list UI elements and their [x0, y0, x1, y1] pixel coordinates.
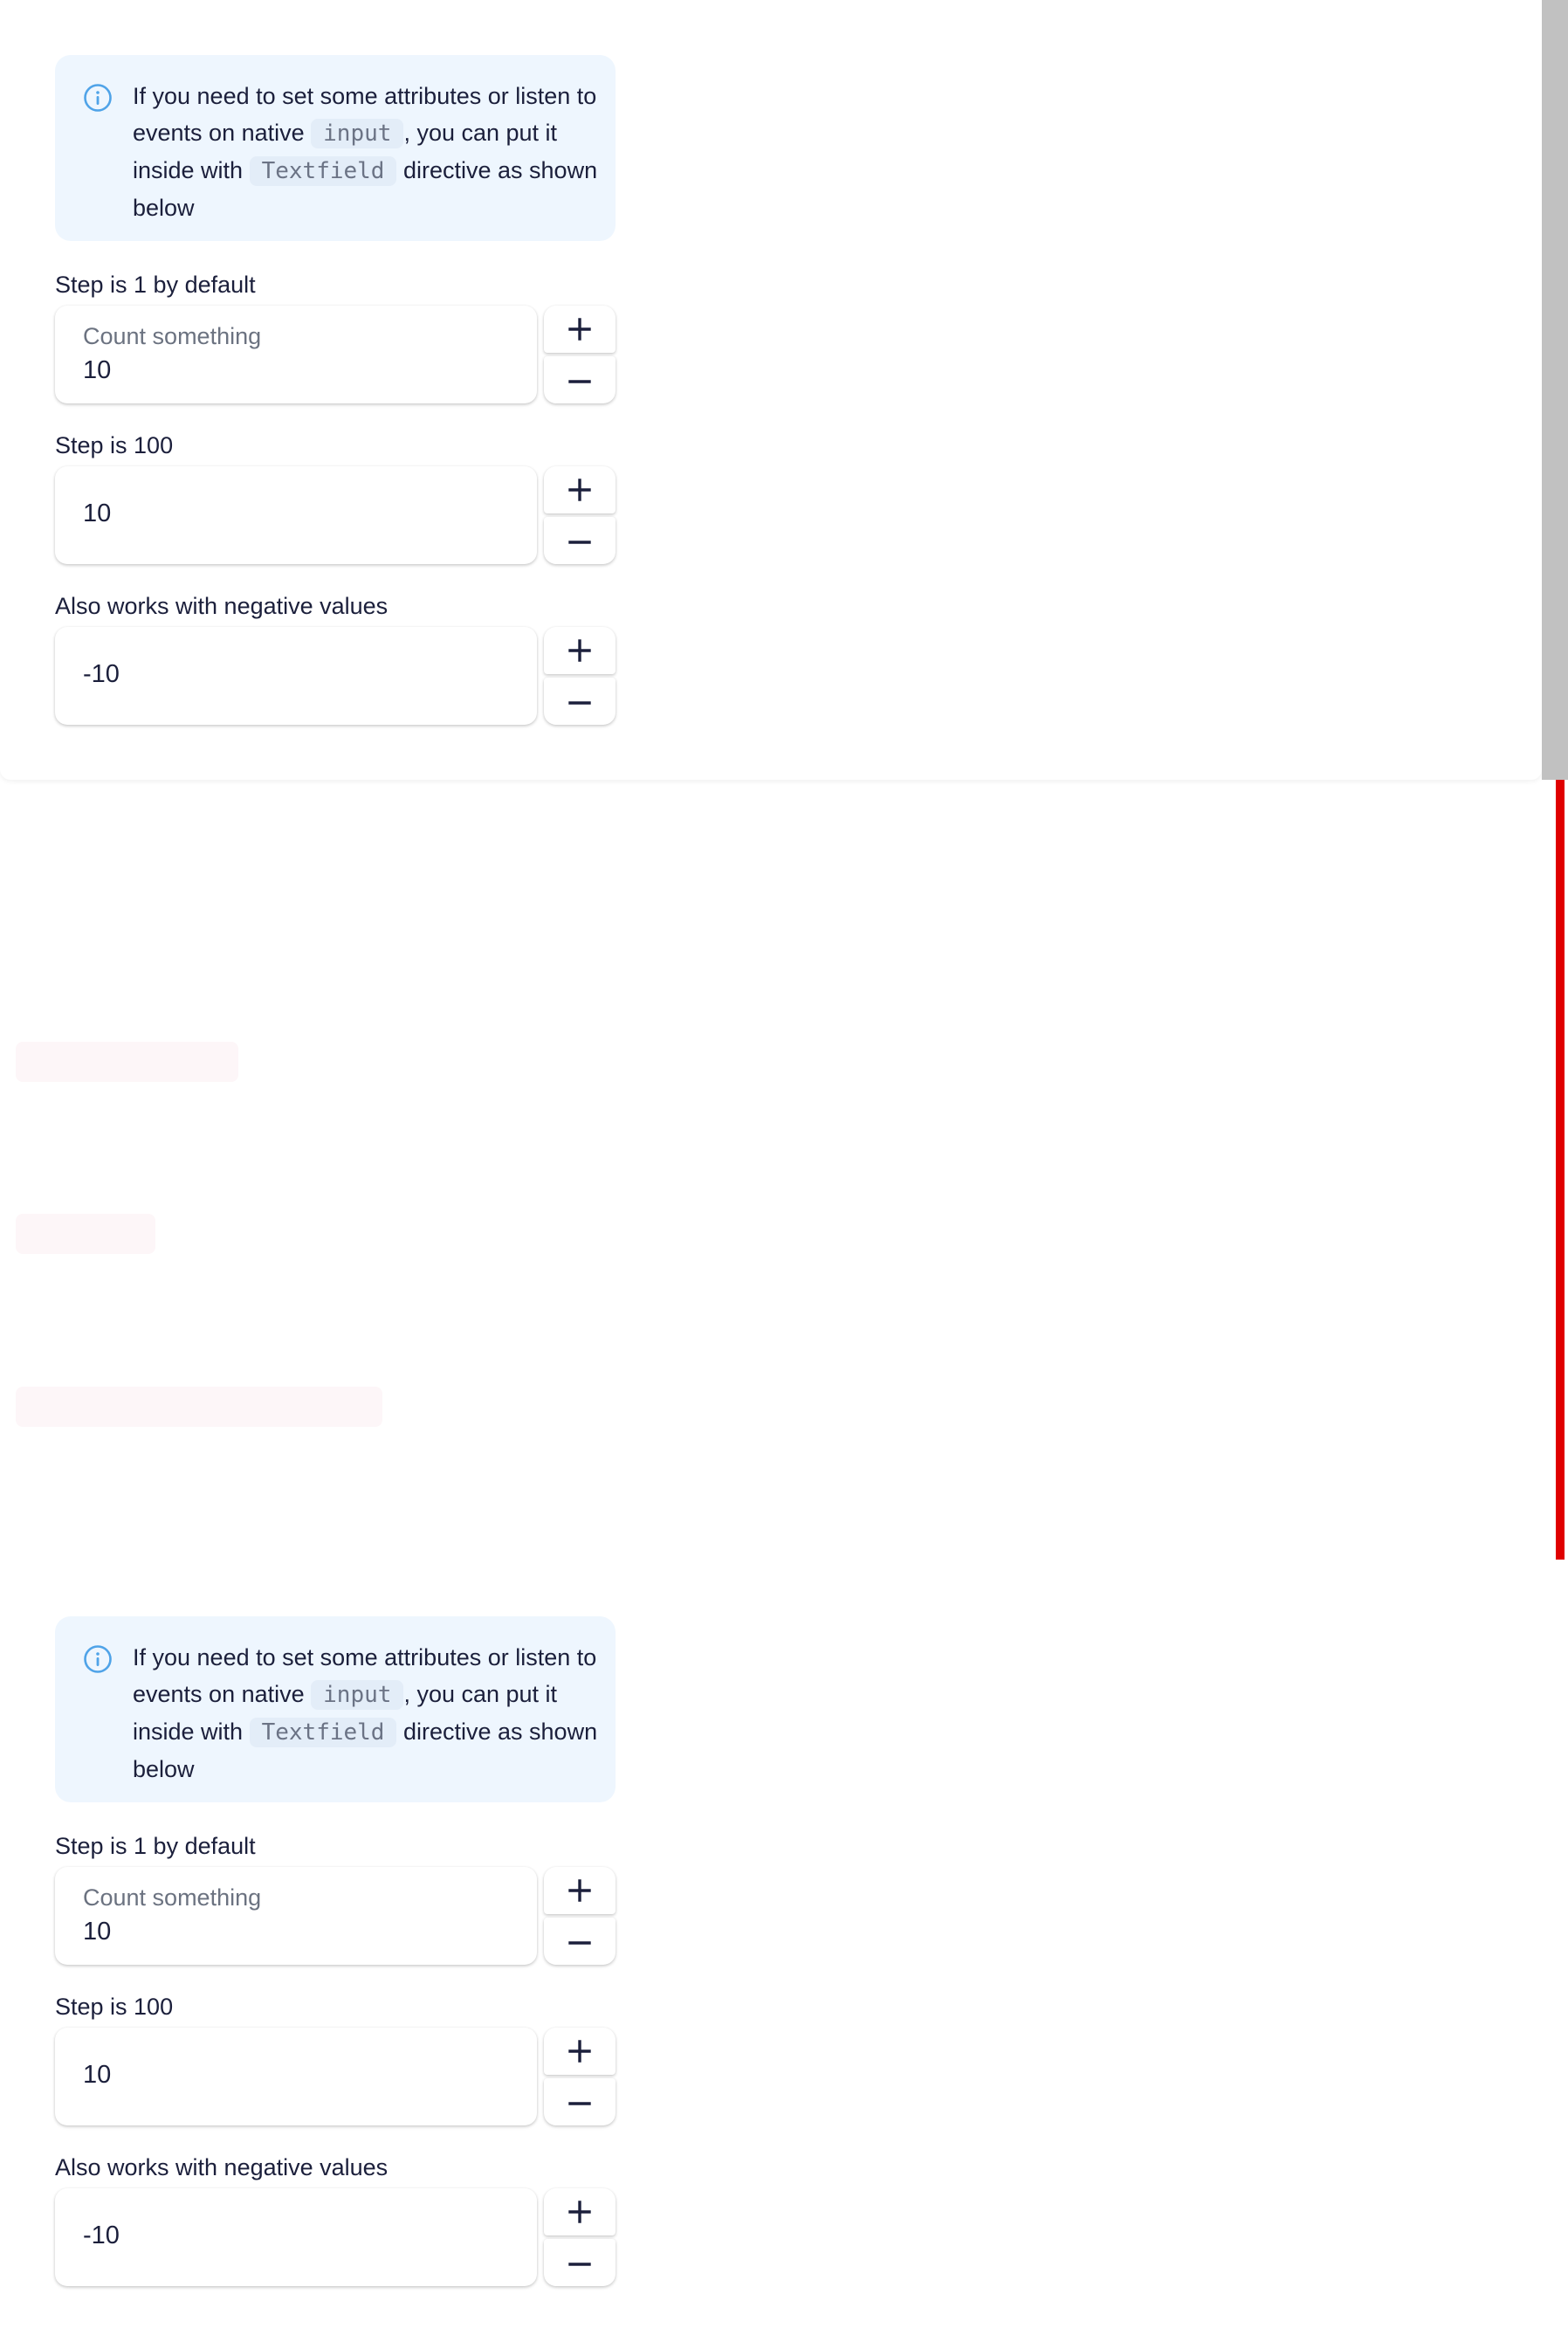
plus-icon [568, 1879, 591, 1902]
minus-icon [568, 541, 591, 544]
stepper-input-label: Count something [83, 1884, 262, 1911]
code-snippet-textfield: Textfield [249, 1718, 397, 1747]
info-notice: If you need to set some attributes or li… [55, 1616, 616, 1802]
example-panel-bottom: If you need to set some attributes or li… [0, 1561, 1542, 2342]
stepper-caption-step-100: Step is 100 [55, 1994, 174, 2020]
increment-button[interactable] [544, 2188, 616, 2235]
decrement-button[interactable] [544, 2078, 616, 2125]
minus-icon [568, 2263, 591, 2266]
plus-icon [568, 2040, 591, 2063]
decrement-button[interactable] [544, 517, 616, 564]
number-stepper-negative: -10 [55, 2188, 616, 2286]
minus-icon [568, 1941, 591, 1945]
stepper-caption-negative: Also works with negative values [55, 593, 389, 619]
stepper-input-step-1[interactable]: Count something 10 [55, 306, 537, 403]
decrement-button[interactable] [544, 2239, 616, 2286]
code-snippet-input: input [311, 119, 404, 148]
stepper-input-value[interactable]: -10 [83, 2221, 120, 2250]
faded-caption-placeholder [16, 1387, 382, 1427]
info-notice: If you need to set some attributes or li… [55, 55, 616, 241]
stepper-input-negative[interactable]: -10 [55, 2188, 537, 2286]
stepper-caption-step-1: Step is 1 by default [55, 272, 256, 298]
stepper-input-label: Count something [83, 323, 262, 349]
info-circle-icon [84, 1645, 112, 1673]
stepper-caption-negative: Also works with negative values [55, 2154, 389, 2180]
number-stepper-negative: -10 [55, 627, 616, 725]
decrement-button[interactable] [544, 1918, 616, 1965]
number-stepper-step-1: Count something 10 [55, 1867, 616, 1965]
info-circle-icon [84, 84, 112, 112]
notice-text: If you need to set some attributes or li… [133, 1639, 604, 1787]
stepper-input-value[interactable]: 10 [83, 499, 111, 528]
number-stepper-step-1: Count something 10 [55, 306, 616, 403]
decrement-button[interactable] [544, 356, 616, 403]
stepper-input-step-100[interactable]: 10 [55, 2028, 537, 2125]
plus-icon [568, 318, 591, 341]
minus-icon [568, 380, 591, 383]
number-stepper-step-100: 10 [55, 466, 616, 564]
minus-icon [568, 2102, 591, 2105]
code-snippet-input: input [311, 1680, 404, 1710]
stepper-input-value[interactable]: 10 [83, 356, 111, 385]
stepper-input-value[interactable]: -10 [83, 660, 120, 689]
minus-icon [568, 701, 591, 705]
red-indicator-bar [1556, 780, 1565, 1560]
stepper-input-value[interactable]: 10 [83, 2061, 111, 2090]
plus-icon [568, 639, 591, 662]
plus-icon [568, 2201, 591, 2223]
stepper-input-negative[interactable]: -10 [55, 627, 537, 725]
faded-caption-placeholder [16, 1042, 238, 1082]
decrement-button[interactable] [544, 678, 616, 725]
increment-button[interactable] [544, 466, 616, 513]
stepper-input-step-100[interactable]: 10 [55, 466, 537, 564]
faded-caption-placeholder [16, 1214, 155, 1254]
stepper-input-step-1[interactable]: Count something 10 [55, 1867, 537, 1965]
code-snippet-textfield: Textfield [249, 156, 397, 186]
increment-button[interactable] [544, 306, 616, 353]
vertical-scrollbar[interactable] [1542, 0, 1568, 780]
notice-text: If you need to set some attributes or li… [133, 78, 604, 226]
stepper-caption-step-1: Step is 1 by default [55, 1833, 256, 1859]
plus-icon [568, 479, 591, 501]
increment-button[interactable] [544, 2028, 616, 2075]
example-panel-top: If you need to set some attributes or li… [0, 0, 1542, 780]
number-stepper-step-100: 10 [55, 2028, 616, 2125]
stepper-caption-step-100: Step is 100 [55, 432, 174, 458]
increment-button[interactable] [544, 627, 616, 674]
increment-button[interactable] [544, 1867, 616, 1914]
stepper-input-value[interactable]: 10 [83, 1918, 111, 1946]
